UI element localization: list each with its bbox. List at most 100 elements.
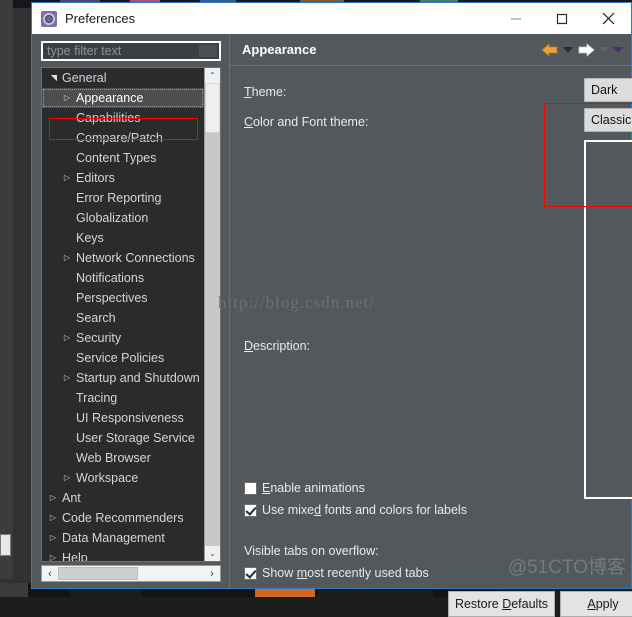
tree-list[interactable]: General Appearance Capabilities Compare/Pat… (42, 68, 204, 561)
enable-animations-checkbox[interactable] (244, 481, 257, 495)
expand-arrow-closed-icon[interactable] (46, 494, 60, 502)
scroll-right-icon[interactable]: › (204, 566, 220, 581)
arrow-left-icon[interactable] (541, 42, 559, 57)
tree-item-ui-responsiveness[interactable]: UI Responsiveness (42, 408, 204, 428)
expand-arrow-closed-icon[interactable] (60, 254, 74, 262)
title-bar[interactable]: Preferences (32, 3, 631, 34)
expand-arrow-closed-icon[interactable] (60, 174, 74, 182)
tree-item-keys[interactable]: Keys (42, 228, 204, 248)
expand-arrow-open-icon[interactable] (46, 74, 60, 82)
tree-item-user-storage-service[interactable]: User Storage Service (42, 428, 204, 448)
clear-icon[interactable] (199, 45, 217, 57)
tree-item-startup-and-shutdown[interactable]: Startup and Shutdown (42, 368, 204, 388)
tree-item-label: Appearance (76, 91, 144, 105)
apply-button[interactable]: Apply (560, 591, 632, 617)
preferences-page: Appearance Theme: Dark Color and Font th… (229, 34, 632, 617)
show-mru-tabs-checkbox[interactable] (244, 566, 257, 580)
theme-preview-content[interactable] (586, 142, 632, 497)
tree-item-label: Security (76, 331, 122, 345)
expand-arrow-closed-icon[interactable] (60, 94, 74, 102)
tree-item-error-reporting[interactable]: Error Reporting (42, 188, 204, 208)
tree-item-globalization[interactable]: Globalization (42, 208, 204, 228)
restore-defaults-label: Restore Defaults (454, 597, 549, 611)
tree-item-label: Workspace (76, 471, 139, 485)
desktop-side-icon[interactable] (0, 534, 11, 556)
search-input[interactable]: type filter text (41, 41, 221, 61)
expand-arrow-closed-icon[interactable] (46, 554, 60, 561)
tree-item-web-browser[interactable]: Web Browser (42, 448, 204, 468)
scroll-up-icon[interactable]: ⌃ (205, 68, 220, 83)
tree-item-label: Network Connections (76, 251, 195, 265)
arrow-right-icon[interactable] (577, 42, 595, 57)
tree-item-label: Capabilities (76, 111, 141, 125)
maximize-button[interactable] (539, 3, 585, 34)
theme-preview-list[interactable]: ⌃ ⌄ (584, 140, 632, 499)
tree-item-editors[interactable]: Editors (42, 168, 204, 188)
tree-item-ant[interactable]: Ant (42, 488, 204, 508)
color-font-theme-select[interactable]: Classic Theme (current) ⌄ (584, 108, 632, 132)
expand-arrow-closed-icon[interactable] (60, 374, 74, 382)
tree-item-notifications[interactable]: Notifications (42, 268, 204, 288)
tree-item-label: User Storage Service (76, 431, 195, 445)
tree-item-perspectives[interactable]: Perspectives (42, 288, 204, 308)
tree-item-search[interactable]: Search (42, 308, 204, 328)
tree-item-label: Tracing (76, 391, 118, 405)
theme-row: Theme: (244, 80, 384, 104)
tree-item-capabilities[interactable]: Capabilities (42, 108, 204, 128)
use-mixed-fonts-label: Use mixed fonts and colors for labels (262, 503, 467, 517)
tree-item-label: Error Reporting (76, 191, 162, 205)
scroll-down-icon[interactable]: ⌄ (205, 546, 220, 561)
tree-item-content-types[interactable]: Content Types (42, 148, 204, 168)
enable-animations-label: Enable animations (262, 481, 365, 495)
expand-arrow-closed-icon[interactable] (60, 334, 74, 342)
tree-item-workspace[interactable]: Workspace (42, 468, 204, 488)
tree-item-general[interactable]: General (42, 68, 204, 88)
theme-label: Theme: (244, 85, 287, 99)
tree-item-label: Web Browser (76, 451, 151, 465)
tree-item-code-recommenders[interactable]: Code Recommenders (42, 508, 204, 528)
theme-select-value: Dark (591, 83, 618, 97)
minimize-button[interactable] (493, 3, 539, 34)
preferences-dialog: Preferences type filter text General Appe… (31, 2, 632, 617)
tree-item-tracing[interactable]: Tracing (42, 388, 204, 408)
back-history-chevron-down-icon[interactable] (563, 46, 573, 53)
window-title: Preferences (65, 11, 136, 26)
tree-item-network-connections[interactable]: Network Connections (42, 248, 204, 268)
expand-arrow-closed-icon[interactable] (60, 474, 74, 482)
hscroll-thumb[interactable] (58, 567, 138, 580)
preferences-tree[interactable]: General Appearance Capabilities Compare/Pat… (41, 67, 221, 562)
tree-horizontal-scrollbar[interactable]: ‹ › (41, 565, 221, 582)
enable-animations-checkbox-row[interactable]: Enable animations (244, 481, 365, 495)
use-mixed-fonts-checkbox[interactable] (244, 503, 257, 517)
tree-item-help[interactable]: Help (42, 548, 204, 561)
tree-item-label: Service Policies (76, 351, 165, 365)
tree-item-service-policies[interactable]: Service Policies (42, 348, 204, 368)
tree-item-label: UI Responsiveness (76, 411, 184, 425)
show-mru-tabs-label: Show most recently used tabs (262, 566, 429, 580)
restore-defaults-button[interactable]: Restore Defaults (448, 591, 555, 617)
tree-item-label: Data Management (62, 531, 165, 545)
view-menu-chevron-down-icon[interactable] (613, 46, 623, 53)
tree-item-label: Ant (62, 491, 81, 505)
expand-arrow-closed-icon[interactable] (46, 514, 60, 522)
use-mixed-fonts-checkbox-row[interactable]: Use mixed fonts and colors for labels (244, 503, 467, 517)
tree-item-label: Perspectives (76, 291, 148, 305)
description-label: Description: (244, 339, 311, 353)
close-button[interactable] (585, 3, 631, 34)
appearance-form: Theme: Dark ⌄ Color and Font theme: Clas… (230, 66, 632, 617)
tree-vertical-scrollbar[interactable]: ⌃ ⌄ (204, 68, 220, 561)
tree-item-appearance[interactable]: Appearance (42, 88, 204, 108)
theme-select[interactable]: Dark ⌄ (584, 78, 632, 102)
tree-item-compare-patch[interactable]: Compare/Patch (42, 128, 204, 148)
tree-item-label: Content Types (76, 151, 157, 165)
tree-item-data-management[interactable]: Data Management (42, 528, 204, 548)
apply-label: Apply (587, 597, 619, 611)
scroll-thumb[interactable] (205, 83, 220, 133)
expand-arrow-closed-icon[interactable] (46, 534, 60, 542)
gear-icon (41, 10, 57, 27)
tree-item-label: Search (76, 311, 116, 325)
scroll-left-icon[interactable]: ‹ (42, 566, 58, 581)
tree-item-security[interactable]: Security (42, 328, 204, 348)
show-mru-tabs-checkbox-row[interactable]: Show most recently used tabs (244, 566, 429, 580)
forward-history-chevron-down-icon (599, 46, 609, 53)
